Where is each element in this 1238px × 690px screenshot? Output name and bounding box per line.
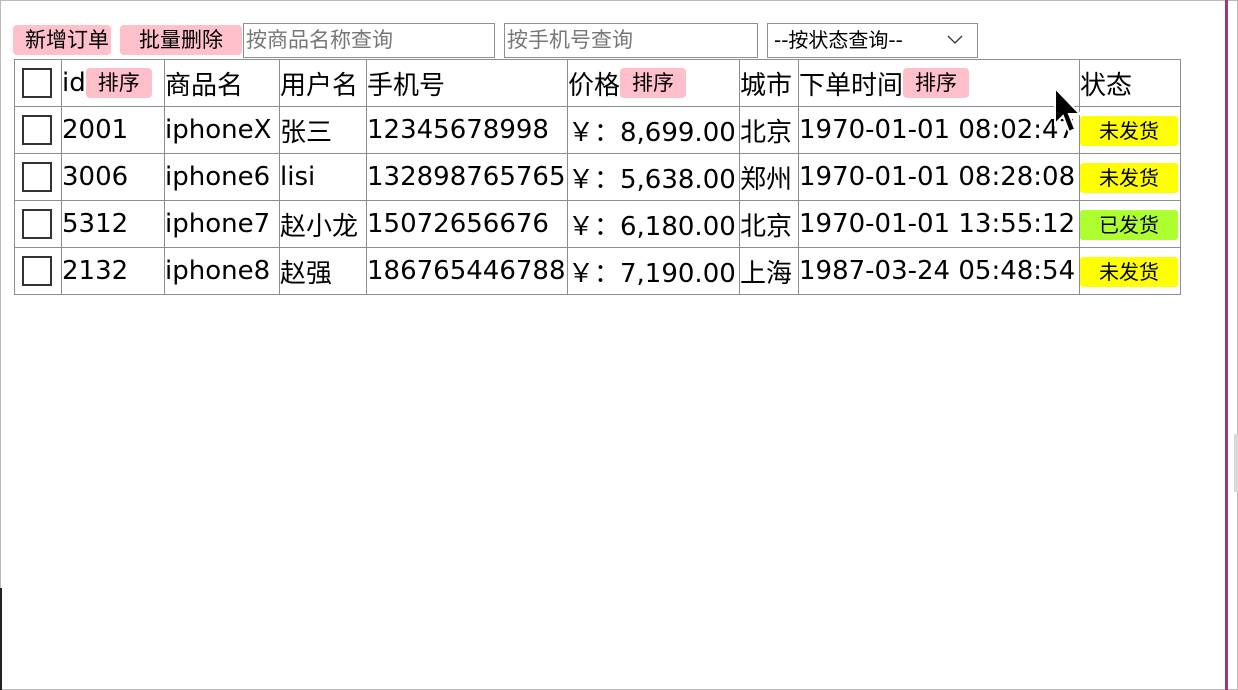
status-badge[interactable]: 已发货 (1080, 209, 1178, 240)
cell-phone: 132898765765 (366, 153, 568, 201)
status-filter-select[interactable]: --按状态查询-- (767, 22, 978, 58)
cell-phone: 12345678998 (366, 106, 568, 154)
cell-phone: 186765446788 (366, 247, 568, 295)
cell-price: ￥：6,180.00 (567, 200, 740, 248)
header-select-cell (14, 59, 62, 107)
window-left-edge (0, 588, 2, 690)
sort-time-button[interactable]: 排序 (903, 68, 970, 98)
table-row: 2132 iphone8 赵强 186765446788 ￥：7,190.00 … (14, 247, 1181, 295)
toolbar: 新增订单 批量删除 按商品名称查询 按手机号查询 --按状态查询-- (13, 22, 978, 58)
cell-username: 赵小龙 (279, 200, 367, 248)
sort-id-button[interactable]: 排序 (85, 68, 152, 99)
cell-product: iphone8 (164, 247, 280, 295)
cell-id: 2001 (61, 106, 165, 154)
table-row: 2001 iphoneX 张三 12345678998 ￥：8,699.00 北… (14, 106, 1181, 154)
cell-order-time: 1987-03-24 05:48:54 (798, 247, 1080, 295)
orders-table: id 排序 商品名 用户名 手机号 价格 排序 城市 下单时间 排序 状态 2001 … (14, 59, 1181, 295)
row-checkbox[interactable] (22, 115, 52, 145)
product-search-input[interactable]: 按商品名称查询 (243, 22, 495, 58)
cell-product: iphone7 (164, 200, 280, 248)
chevron-down-icon (947, 35, 963, 44)
header-price: 价格 排序 (567, 59, 740, 107)
header-id: id 排序 (61, 59, 165, 107)
sort-price-button[interactable]: 排序 (620, 68, 687, 98)
phone-search-input[interactable]: 按手机号查询 (504, 22, 758, 58)
cell-id: 3006 (61, 153, 165, 201)
status-badge[interactable]: 未发货 (1080, 256, 1178, 287)
status-badge[interactable]: 未发货 (1080, 115, 1178, 146)
batch-delete-button[interactable]: 批量删除 (120, 25, 242, 55)
table-header-row: id 排序 商品名 用户名 手机号 价格 排序 城市 下单时间 排序 状态 (14, 59, 1181, 107)
status-badge[interactable]: 未发货 (1080, 162, 1178, 193)
cell-price: ￥：5,638.00 (567, 153, 740, 201)
header-city: 城市 (739, 59, 799, 107)
header-username: 用户名 (279, 59, 367, 107)
status-filter-value: --按状态查询-- (774, 27, 903, 52)
window-side-border (1225, 0, 1228, 690)
table-row: 5312 iphone7 赵小龙 15072656676 ￥：6,180.00 … (14, 200, 1181, 248)
mouse-cursor-icon (1054, 86, 1083, 134)
cell-phone: 15072656676 (366, 200, 568, 248)
cell-city: 上海 (739, 247, 799, 295)
row-checkbox[interactable] (22, 256, 52, 286)
cell-username: 赵强 (279, 247, 367, 295)
cell-username: lisi (279, 153, 367, 201)
cell-username: 张三 (279, 106, 367, 154)
cell-price: ￥：7,190.00 (567, 247, 740, 295)
header-order-time: 下单时间 排序 (798, 59, 1080, 107)
scrollbar[interactable] (1234, 434, 1238, 492)
cell-id: 2132 (61, 247, 165, 295)
table-row: 3006 iphone6 lisi 132898765765 ￥：5,638.0… (14, 153, 1181, 201)
header-phone: 手机号 (366, 59, 568, 107)
cell-order-time: 1970-01-01 08:28:08 (798, 153, 1080, 201)
cell-city: 郑州 (739, 153, 799, 201)
cell-city: 北京 (739, 106, 799, 154)
header-status: 状态 (1079, 59, 1181, 107)
cell-order-time: 1970-01-01 13:55:12 (798, 200, 1080, 248)
cell-product: iphoneX (164, 106, 280, 154)
cell-order-time: 1970-01-01 08:02:47 (798, 106, 1080, 154)
row-checkbox[interactable] (22, 162, 52, 192)
cell-city: 北京 (739, 200, 799, 248)
row-checkbox[interactable] (22, 209, 52, 239)
add-order-button[interactable]: 新增订单 (13, 25, 111, 55)
header-product: 商品名 (164, 59, 280, 107)
cell-price: ￥：8,699.00 (567, 106, 740, 154)
cell-product: iphone6 (164, 153, 280, 201)
cell-id: 5312 (61, 200, 165, 248)
select-all-checkbox[interactable] (22, 68, 52, 98)
